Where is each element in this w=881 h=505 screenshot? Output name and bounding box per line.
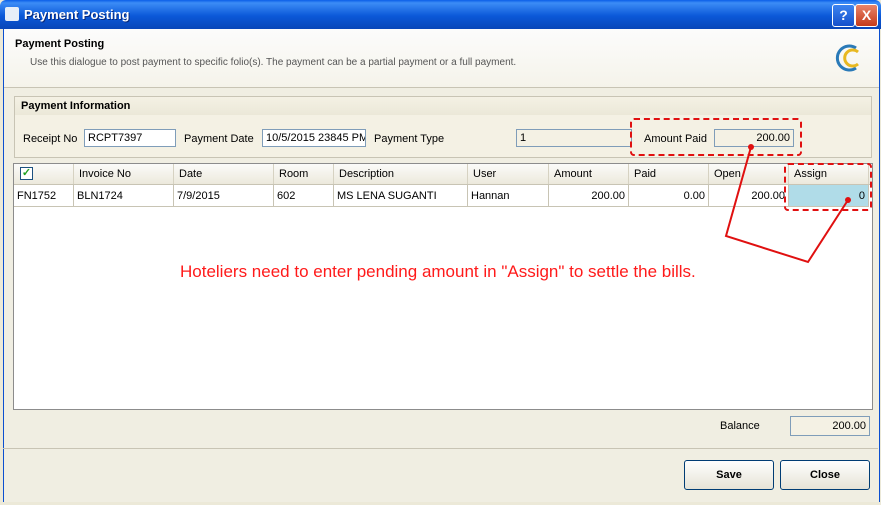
folio-cell: FN1752: [14, 185, 74, 207]
payment-type-label: Payment Type: [374, 133, 445, 145]
payment-type-field[interactable]: 1: [516, 129, 632, 147]
annotation-text: Hoteliers need to enter pending amount i…: [180, 262, 696, 281]
select-all-header[interactable]: ✓: [14, 164, 74, 184]
user-cell: Hannan: [468, 185, 549, 207]
assign-highlight: [784, 163, 872, 211]
column-header-amount[interactable]: Amount: [549, 164, 629, 184]
payment-date-label: Payment Date: [184, 133, 254, 145]
brand-logo-icon: [835, 44, 859, 72]
column-header-room[interactable]: Room: [274, 164, 334, 184]
room-cell: 602: [274, 185, 334, 207]
select-all-checkbox-icon[interactable]: ✓: [20, 167, 33, 180]
dialog-header: Payment Posting Use this dialogue to pos…: [4, 29, 879, 88]
payment-posting-window: Payment Posting ? X Payment Posting Use …: [0, 0, 881, 505]
column-header-user[interactable]: User: [468, 164, 549, 184]
close-window-button[interactable]: X: [855, 4, 878, 27]
open-cell: 200.00: [709, 185, 789, 207]
payment-information-title: Payment Information: [15, 97, 871, 115]
column-header-paid[interactable]: Paid: [629, 164, 709, 184]
window-title: Payment Posting: [24, 7, 130, 22]
amount-cell: 200.00: [549, 185, 629, 207]
date-cell: 7/9/2015: [174, 185, 274, 207]
column-header-date[interactable]: Date: [174, 164, 274, 184]
title-bar: Payment Posting ? X: [0, 0, 881, 29]
help-button[interactable]: ?: [832, 4, 855, 27]
folio-grid: ✓ Invoice No Date Room Description User …: [13, 163, 873, 410]
footer-divider: [3, 448, 878, 449]
receipt-no-label: Receipt No: [23, 133, 78, 145]
balance-field[interactable]: 200.00: [790, 416, 870, 436]
column-header-open[interactable]: Open: [709, 164, 789, 184]
payment-date-field[interactable]: 10/5/2015 23845 PM: [262, 129, 366, 147]
dialog-body: Payment Posting Use this dialogue to pos…: [3, 29, 880, 502]
invoice-no-cell: BLN1724: [74, 185, 174, 207]
dialog-title: Payment Posting: [15, 38, 105, 50]
grid-header: ✓ Invoice No Date Room Description User …: [14, 164, 872, 185]
balance-label: Balance: [720, 420, 760, 432]
close-button[interactable]: Close: [780, 460, 870, 490]
column-header-invoice-no[interactable]: Invoice No: [74, 164, 174, 184]
dialog-subtitle: Use this dialogue to post payment to spe…: [30, 57, 517, 68]
app-icon: [5, 7, 19, 21]
column-header-description[interactable]: Description: [334, 164, 468, 184]
amount-paid-highlight: [630, 118, 802, 156]
table-row[interactable]: FN1752 BLN1724 7/9/2015 602 MS LENA SUGA…: [14, 185, 872, 207]
receipt-no-field[interactable]: RCPT7397: [84, 129, 176, 147]
save-button[interactable]: Save: [684, 460, 774, 490]
paid-cell: 0.00: [629, 185, 709, 207]
description-cell: MS LENA SUGANTI: [334, 185, 468, 207]
